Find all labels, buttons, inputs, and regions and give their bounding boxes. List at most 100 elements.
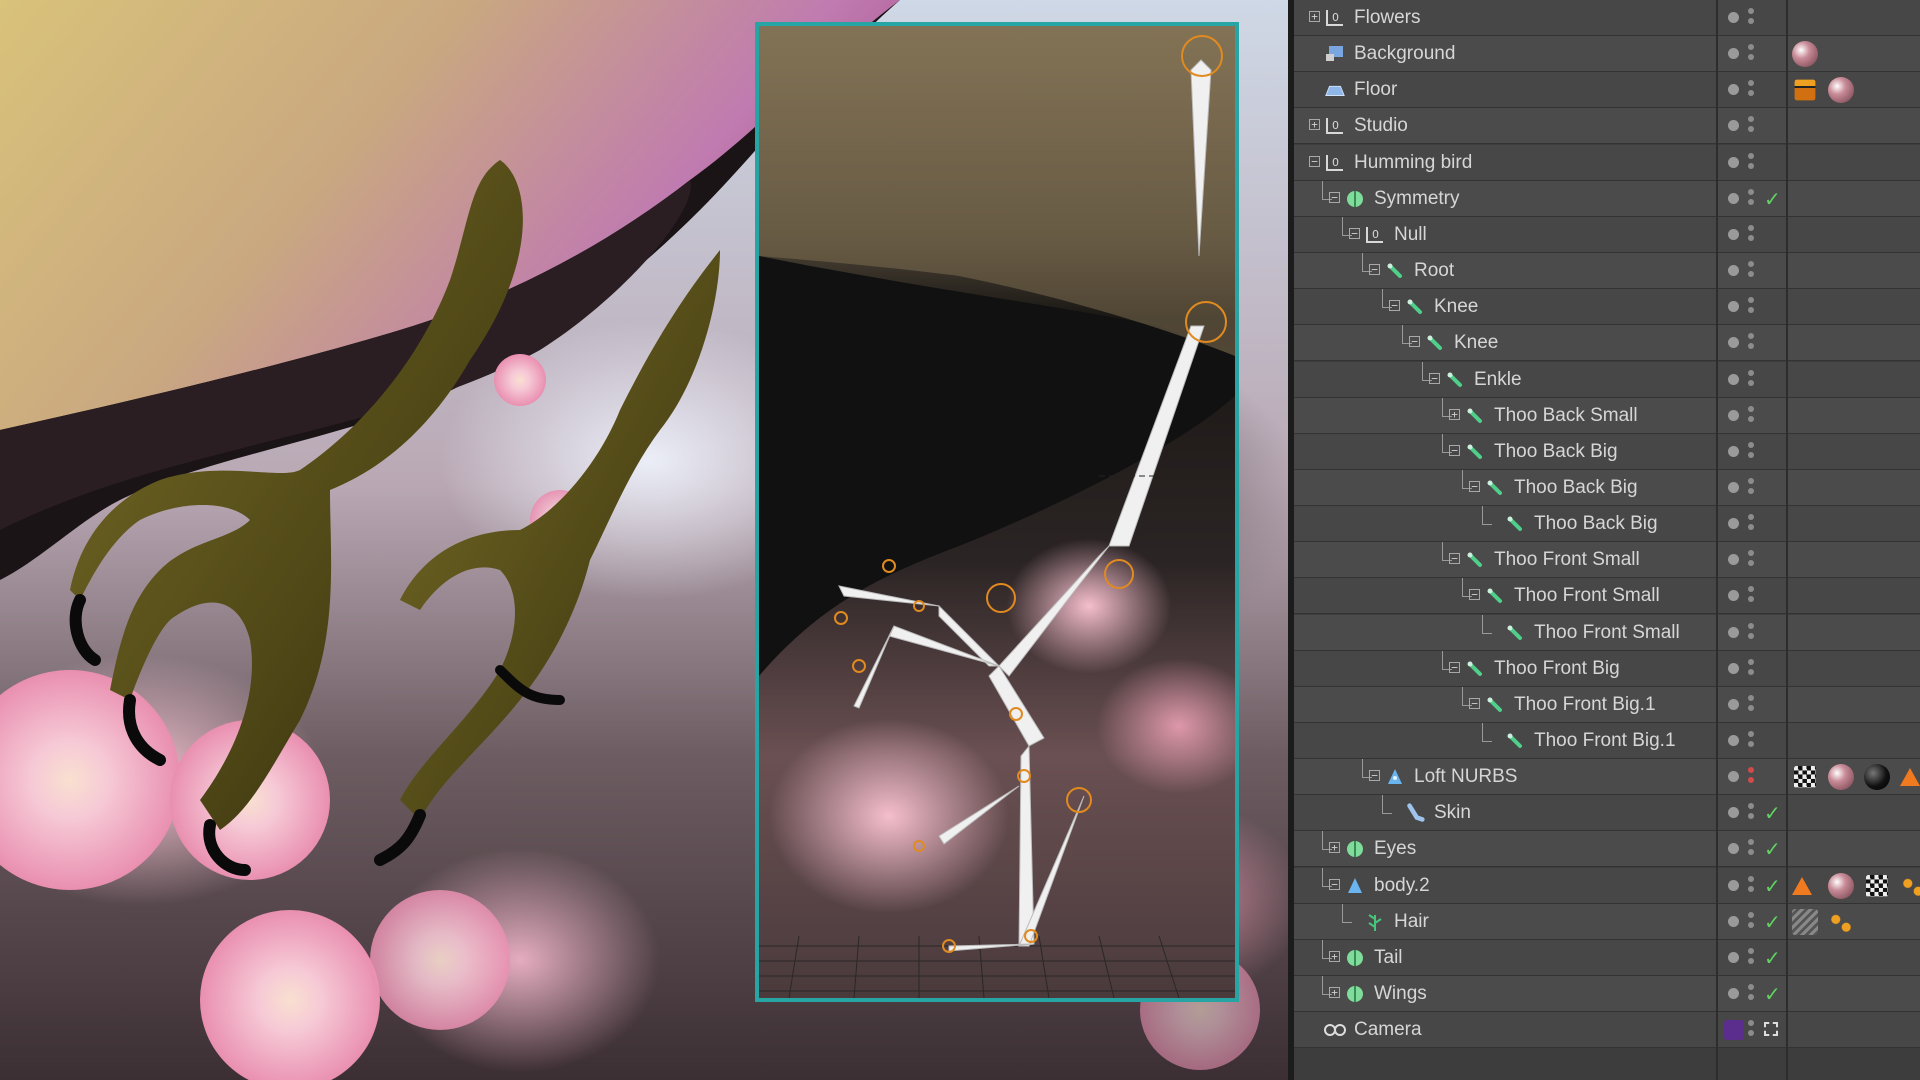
camera-target-icon[interactable] (1764, 1022, 1778, 1037)
object-name[interactable]: Wings (1374, 976, 1427, 1012)
collapse-toggle[interactable]: − (1449, 661, 1460, 673)
expand-toggle[interactable]: + (1309, 11, 1320, 22)
object-row[interactable]: Camera (1294, 1012, 1920, 1049)
visibility-toggle[interactable] (1748, 586, 1754, 606)
visibility-toggle[interactable] (1748, 550, 1754, 570)
visibility-toggle[interactable] (1748, 911, 1754, 932)
object-row[interactable]: −0 Humming bird (1294, 144, 1920, 181)
object-row[interactable]: − Thoo Back Big (1294, 433, 1920, 470)
object-name[interactable]: Thoo Front Small (1534, 615, 1680, 651)
collapse-toggle[interactable]: − (1449, 553, 1460, 565)
hair-tag-icon[interactable] (1900, 872, 1920, 899)
layer-dot[interactable] (1728, 879, 1739, 891)
collapse-toggle[interactable]: − (1369, 770, 1380, 782)
collapse-toggle[interactable]: − (1349, 227, 1360, 239)
object-name[interactable]: Thoo Back Small (1494, 398, 1638, 434)
expand-toggle[interactable]: + (1329, 987, 1340, 999)
collapse-toggle[interactable]: − (1329, 878, 1340, 890)
layer-dot[interactable] (1728, 192, 1739, 204)
visibility-toggle[interactable] (1748, 947, 1754, 968)
object-manager[interactable]: +0 Flowers Background Floor +0 Studio −0 Hummin… (1288, 0, 1920, 1080)
material-tag-icon[interactable] (1828, 872, 1854, 899)
object-row[interactable]: + Tail ✓ (1294, 939, 1920, 976)
hair-material-tag-icon[interactable] (1792, 908, 1818, 935)
visibility-toggle[interactable] (1748, 875, 1754, 896)
enabled-check-icon[interactable]: ✓ (1764, 910, 1781, 934)
layer-dot[interactable] (1728, 843, 1739, 855)
viewport-panel[interactable] (755, 22, 1239, 1002)
collapse-toggle[interactable]: − (1309, 155, 1320, 167)
enabled-check-icon[interactable]: ✓ (1764, 837, 1781, 861)
expand-toggle[interactable]: + (1449, 408, 1460, 420)
object-row[interactable]: − Knee (1294, 289, 1920, 326)
visibility-toggle[interactable] (1748, 44, 1754, 64)
visibility-toggle[interactable] (1748, 8, 1754, 28)
layer-dot[interactable] (1728, 771, 1739, 783)
object-row[interactable]: Floor (1294, 72, 1920, 109)
object-row[interactable]: −0 Null (1294, 216, 1920, 253)
object-row[interactable]: + Eyes ✓ (1294, 831, 1920, 868)
object-name[interactable]: Flowers (1354, 0, 1421, 36)
enabled-check-icon[interactable]: ✓ (1764, 874, 1781, 898)
object-name[interactable]: Humming bird (1354, 145, 1472, 181)
object-row[interactable]: − Symmetry ✓ (1294, 180, 1920, 217)
object-row[interactable]: − Thoo Front Small (1294, 542, 1920, 579)
visibility-toggle[interactable] (1748, 261, 1754, 281)
visibility-toggle[interactable] (1748, 333, 1754, 353)
object-row[interactable]: +0 Flowers (1294, 0, 1920, 36)
object-name[interactable]: Skin (1434, 795, 1471, 831)
object-name[interactable]: Root (1414, 253, 1454, 289)
layer-dot[interactable] (1728, 48, 1739, 60)
layer-dot[interactable] (1728, 554, 1739, 566)
visibility-toggle[interactable] (1748, 405, 1754, 426)
object-name[interactable]: Tail (1374, 940, 1403, 976)
object-row[interactable]: Skin ✓ (1294, 795, 1920, 832)
hair-tag-icon[interactable] (1828, 908, 1854, 935)
object-name[interactable]: Null (1394, 217, 1427, 253)
visibility-toggle[interactable] (1748, 803, 1754, 823)
object-row[interactable]: − Thoo Back Big (1294, 469, 1920, 506)
object-row[interactable]: +0 Studio (1294, 108, 1920, 145)
enabled-check-icon[interactable]: ✓ (1764, 801, 1781, 825)
object-name[interactable]: Studio (1354, 108, 1408, 144)
object-row[interactable]: − Root (1294, 253, 1920, 290)
layer-dot[interactable] (1728, 409, 1739, 421)
visibility-toggle[interactable] (1748, 731, 1754, 751)
visibility-toggle[interactable] (1748, 658, 1754, 679)
object-name[interactable]: Knee (1454, 325, 1498, 361)
layer-dot[interactable] (1728, 445, 1739, 457)
layer-dot[interactable] (1728, 373, 1739, 385)
visibility-toggle[interactable] (1748, 80, 1754, 100)
visibility-toggle[interactable] (1748, 116, 1754, 136)
layer-dot[interactable] (1728, 337, 1739, 349)
object-name[interactable]: Thoo Back Big (1494, 434, 1618, 470)
object-name[interactable]: Thoo Front Big.1 (1534, 723, 1676, 759)
expand-toggle[interactable]: + (1329, 842, 1340, 854)
object-row[interactable]: − Thoo Front Small (1294, 578, 1920, 615)
layer-dot[interactable] (1728, 951, 1739, 963)
material-tag-icon[interactable] (1828, 77, 1854, 104)
object-row[interactable]: − Loft NURBS (1294, 759, 1920, 796)
layer-dot[interactable] (1728, 12, 1739, 23)
layer-dot[interactable] (1728, 84, 1739, 96)
layer-dot[interactable] (1728, 301, 1739, 313)
object-row[interactable]: Thoo Front Small (1294, 614, 1920, 651)
object-name[interactable]: Thoo Back Big (1534, 506, 1658, 542)
object-row[interactable]: Thoo Front Big.1 (1294, 723, 1920, 759)
collapse-toggle[interactable]: − (1389, 300, 1400, 312)
visibility-toggle[interactable] (1748, 984, 1754, 1004)
collapse-toggle[interactable]: − (1409, 336, 1420, 348)
visibility-toggle[interactable] (1748, 224, 1754, 245)
collapse-toggle[interactable]: − (1449, 444, 1460, 456)
object-name[interactable]: Thoo Front Small (1514, 578, 1660, 614)
object-row[interactable]: + Wings ✓ (1294, 976, 1920, 1013)
object-name[interactable]: Floor (1354, 72, 1397, 108)
visibility-toggle[interactable] (1748, 152, 1754, 173)
object-name[interactable]: Symmetry (1374, 181, 1460, 217)
visibility-toggle[interactable] (1748, 1020, 1754, 1040)
layer-dot[interactable] (1728, 156, 1739, 168)
material-tag-icon[interactable] (1864, 764, 1890, 791)
enabled-check-icon[interactable]: ✓ (1764, 946, 1781, 970)
visibility-toggle[interactable] (1748, 297, 1754, 317)
collapse-toggle[interactable]: − (1429, 372, 1440, 384)
